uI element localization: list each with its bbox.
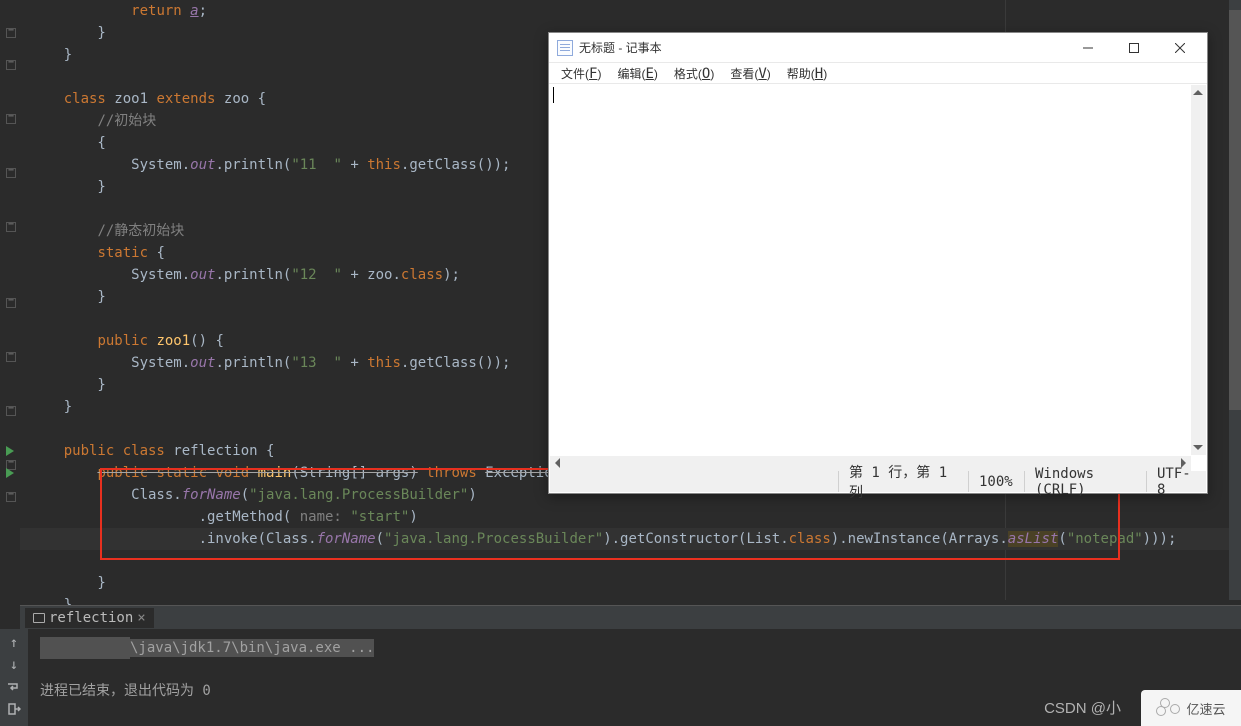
watermark-text: CSDN @小 [1044,697,1121,718]
code-line[interactable]: public class reflection { [20,440,274,462]
badge-logo-icon [1156,700,1182,716]
fold-icon[interactable] [6,352,16,362]
code-line[interactable]: } [20,44,72,66]
notepad-menu-item[interactable]: 帮助(H) [779,64,835,83]
status-eol: Windows (CRLF) [1024,471,1146,492]
code-line[interactable]: } [20,286,106,308]
status-position: 第 1 行，第 1 列 [838,471,968,492]
code-line[interactable]: System.out.println("12 " + zoo.class); [20,264,460,286]
code-line[interactable]: System.out.println("13 " + this.getClass… [20,352,510,374]
code-line[interactable]: //初始块 [20,110,156,132]
code-line[interactable]: } [20,396,72,418]
notepad-statusbar: 第 1 行，第 1 列 100% Windows (CRLF) UTF-8 [550,471,1206,492]
code-line[interactable]: static { [20,242,165,264]
console-tab-reflection[interactable]: reflection × [25,608,154,628]
notepad-vertical-scrollbar[interactable] [1191,85,1206,455]
console-tab-bar: reflection × [20,605,1241,629]
code-line[interactable]: class zoo1 extends zoo { [20,88,266,110]
code-line[interactable]: .invoke(Class.forName("java.lang.Process… [20,528,1176,550]
minimize-button[interactable] [1065,34,1111,62]
badge-text: 亿速云 [1186,699,1225,718]
exit-icon[interactable] [6,701,22,717]
console-line-1: \java\jdk1.7\bin\java.exe ... [130,639,374,657]
code-line[interactable]: } [20,572,106,594]
maximize-button[interactable] [1111,34,1157,62]
fold-icon[interactable] [6,114,16,124]
fold-icon[interactable] [6,298,16,308]
status-zoom: 100% [968,471,1024,492]
notepad-window[interactable]: 无标题 - 记事本 文件(F)编辑(E)格式(O)查看(V)帮助(H) 第 1 … [548,32,1208,494]
code-line[interactable]: } [20,374,106,396]
code-line[interactable]: public static void main(String[] args) t… [20,462,578,484]
corner-badge: 亿速云 [1141,690,1241,726]
code-line[interactable]: return a; [20,0,207,22]
text-cursor [553,87,554,103]
close-button[interactable] [1157,34,1203,62]
fold-icon[interactable] [6,406,16,416]
notepad-titlebar[interactable]: 无标题 - 记事本 [549,33,1207,63]
scroll-thumb[interactable] [1229,10,1241,410]
code-line[interactable]: { [20,132,106,154]
fold-icon[interactable] [6,492,16,502]
status-encoding: UTF-8 [1146,471,1206,492]
console-side-toolbar: ↑ ↓ [0,629,28,726]
scroll-up-arrow-icon[interactable] [1193,90,1203,95]
notepad-app-icon [557,40,573,56]
run-arrow-icon[interactable] [6,446,14,456]
notepad-menu-item[interactable]: 文件(F) [553,64,609,83]
fold-icon[interactable] [6,28,16,38]
code-line[interactable]: //静态初始块 [20,220,184,242]
fold-icon[interactable] [6,168,16,178]
notepad-menu-item[interactable]: 格式(O) [666,64,722,83]
scroll-down-icon[interactable]: ↓ [6,657,22,673]
scroll-up-icon[interactable]: ↑ [6,635,22,651]
scroll-left-arrow-icon[interactable] [555,458,560,468]
code-line[interactable]: Class.forName("java.lang.ProcessBuilder"… [20,484,477,506]
editor-gutter [0,0,20,600]
console-tab-label: reflection [49,610,133,626]
softwrap-icon[interactable] [6,679,22,695]
fold-icon[interactable] [6,222,16,232]
notepad-title: 无标题 - 记事本 [579,39,1065,56]
console-run-icon [33,613,45,623]
console-tab-close-icon[interactable]: × [137,610,145,626]
fold-icon[interactable] [6,60,16,70]
editor-scroll-overview[interactable] [1229,0,1241,600]
notepad-menubar: 文件(F)编辑(E)格式(O)查看(V)帮助(H) [549,63,1207,84]
code-line[interactable]: .getMethod( name: "start") [20,506,418,528]
scroll-down-arrow-icon[interactable] [1193,445,1203,450]
code-line[interactable]: } [20,22,106,44]
run-arrow-icon[interactable] [6,468,14,478]
code-line[interactable]: public zoo1() { [20,330,224,352]
code-line[interactable]: } [20,176,106,198]
notepad-textarea[interactable] [550,85,1191,455]
notepad-menu-item[interactable]: 查看(V) [722,64,778,83]
code-line[interactable]: System.out.println("11 " + this.getClass… [20,154,510,176]
console-output[interactable]: \java\jdk1.7\bin\java.exe ... 进程已结束，退出代码… [30,629,1241,699]
notepad-menu-item[interactable]: 编辑(E) [609,64,665,83]
